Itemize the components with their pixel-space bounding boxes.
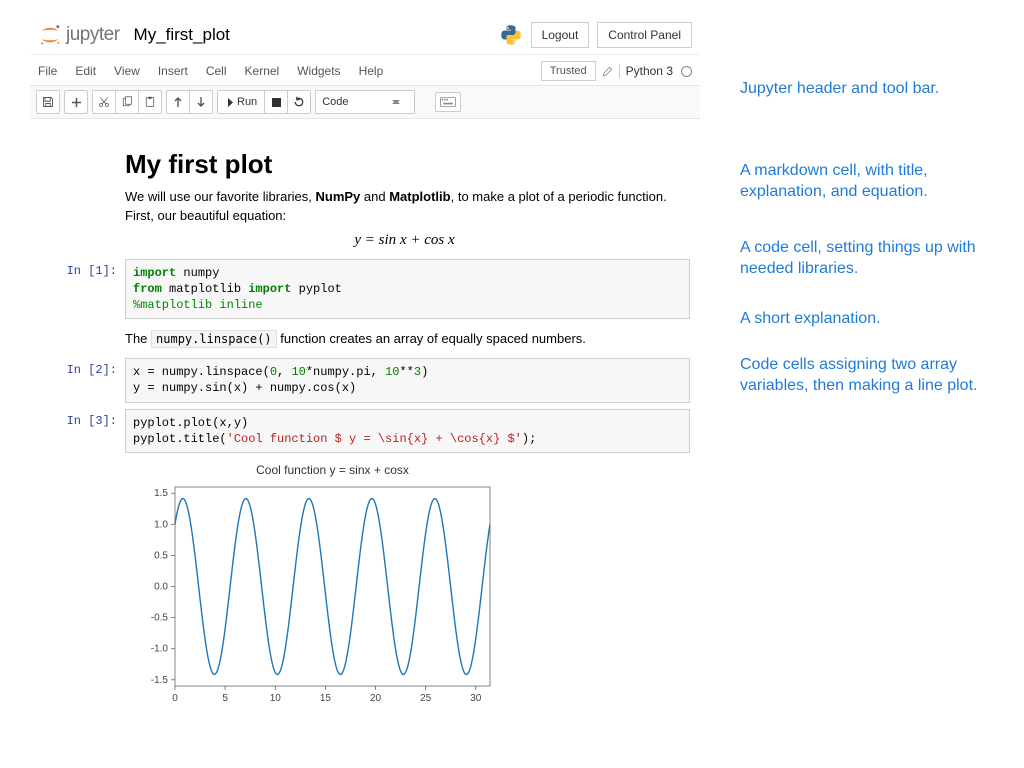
markdown-title: My first plot [125, 149, 684, 180]
markdown-cell-2[interactable]: The numpy.linspace() function creates an… [40, 325, 690, 352]
svg-text:0.5: 0.5 [154, 550, 168, 561]
menu-cell[interactable]: Cell [206, 64, 227, 78]
menu-help[interactable]: Help [359, 64, 384, 78]
code-cell-3[interactable]: In [3]: pyplot.plot(x,y) pyplot.title('C… [40, 409, 690, 453]
celltype-select[interactable]: Code [315, 90, 415, 114]
kernel-status-area: Trusted Python 3 [541, 61, 692, 81]
run-button[interactable]: Run [217, 90, 265, 114]
menu-edit[interactable]: Edit [75, 64, 96, 78]
menu-kernel[interactable]: Kernel [245, 64, 280, 78]
svg-text:20: 20 [370, 693, 382, 704]
jupyter-window: jupyter My_first_plot Logout Control Pan… [30, 22, 700, 727]
annotation-2: A markdown cell, with title, explanation… [740, 160, 1000, 203]
jupyter-logo[interactable]: jupyter [38, 23, 120, 47]
annotations-overlay: Jupyter header and tool bar. A markdown … [740, 78, 1000, 431]
header-row: jupyter My_first_plot Logout Control Pan… [38, 22, 692, 48]
jupyter-icon [38, 23, 62, 47]
svg-text:Cool function y = sinx + cosx: Cool function y = sinx + cosx [256, 463, 409, 477]
svg-text:5: 5 [222, 693, 228, 704]
move-down-button[interactable] [189, 90, 213, 114]
logo-text: jupyter [66, 24, 120, 46]
edit-icon[interactable] [602, 66, 613, 77]
trusted-badge[interactable]: Trusted [541, 61, 596, 81]
code-input-2[interactable]: x = numpy.linspace(0, 10*numpy.pi, 10**3… [125, 358, 690, 402]
input-prompt: In [3]: [40, 409, 125, 453]
input-prompt: In [2]: [40, 358, 125, 402]
code-input-1[interactable]: import numpy from matplotlib import pypl… [125, 259, 690, 320]
notebook-area: My first plot We will use our favorite l… [30, 119, 700, 727]
svg-text:-0.5: -0.5 [151, 613, 169, 624]
save-button[interactable] [36, 90, 60, 114]
annotation-5: Code cells assigning two array variables… [740, 354, 1000, 397]
command-palette-button[interactable] [435, 92, 461, 112]
menubar: File Edit View Insert Cell Kernel Widget… [30, 54, 700, 85]
menu-widgets[interactable]: Widgets [297, 64, 340, 78]
kernel-name[interactable]: Python 3 [626, 64, 673, 78]
markdown-paragraph: We will use our favorite libraries, NumP… [125, 188, 684, 226]
toolbar: Run Code [30, 85, 700, 119]
annotation-3: A code cell, setting things up with need… [740, 237, 1000, 280]
svg-text:25: 25 [420, 693, 432, 704]
code-input-3[interactable]: pyplot.plot(x,y) pyplot.title('Cool func… [125, 409, 690, 453]
paste-button[interactable] [138, 90, 162, 114]
svg-text:0: 0 [172, 693, 178, 704]
svg-text:-1.5: -1.5 [151, 675, 169, 686]
kernel-status-icon [681, 66, 692, 77]
menu-view[interactable]: View [114, 64, 140, 78]
add-cell-button[interactable] [64, 90, 88, 114]
annotation-4: A short explanation. [740, 308, 1000, 330]
menu-insert[interactable]: Insert [158, 64, 188, 78]
control-panel-button[interactable]: Control Panel [597, 22, 692, 48]
output-plot: Cool function y = sinx + cosx 0 5 10 15 20 25 3… [40, 459, 690, 717]
logout-button[interactable]: Logout [531, 22, 590, 48]
svg-text:10: 10 [270, 693, 282, 704]
menu-file[interactable]: File [38, 64, 57, 78]
python-icon [499, 23, 523, 47]
copy-button[interactable] [115, 90, 139, 114]
notebook-title[interactable]: My_first_plot [134, 25, 230, 45]
code-cell-1[interactable]: In [1]: import numpy from matplotlib imp… [40, 259, 690, 320]
cut-button[interactable] [92, 90, 116, 114]
line-plot: Cool function y = sinx + cosx 0 5 10 15 20 25 3… [125, 459, 505, 714]
move-up-button[interactable] [166, 90, 190, 114]
svg-text:15: 15 [320, 693, 332, 704]
markdown-equation: y = sin x + cos x [125, 232, 684, 249]
svg-text:1.0: 1.0 [154, 519, 168, 530]
jupyter-header: jupyter My_first_plot Logout Control Pan… [30, 22, 700, 54]
markdown-cell-1[interactable]: My first plot We will use our favorite l… [40, 149, 690, 249]
svg-text:1.5: 1.5 [154, 488, 168, 499]
inline-code: numpy.linspace() [151, 330, 277, 348]
restart-button[interactable] [287, 90, 311, 114]
stop-button[interactable] [264, 90, 288, 114]
svg-text:-1.0: -1.0 [151, 644, 169, 655]
input-prompt: In [1]: [40, 259, 125, 320]
svg-text:30: 30 [470, 693, 482, 704]
code-cell-2[interactable]: In [2]: x = numpy.linspace(0, 10*numpy.p… [40, 358, 690, 402]
annotation-1: Jupyter header and tool bar. [740, 78, 1000, 100]
svg-text:0.0: 0.0 [154, 582, 168, 593]
